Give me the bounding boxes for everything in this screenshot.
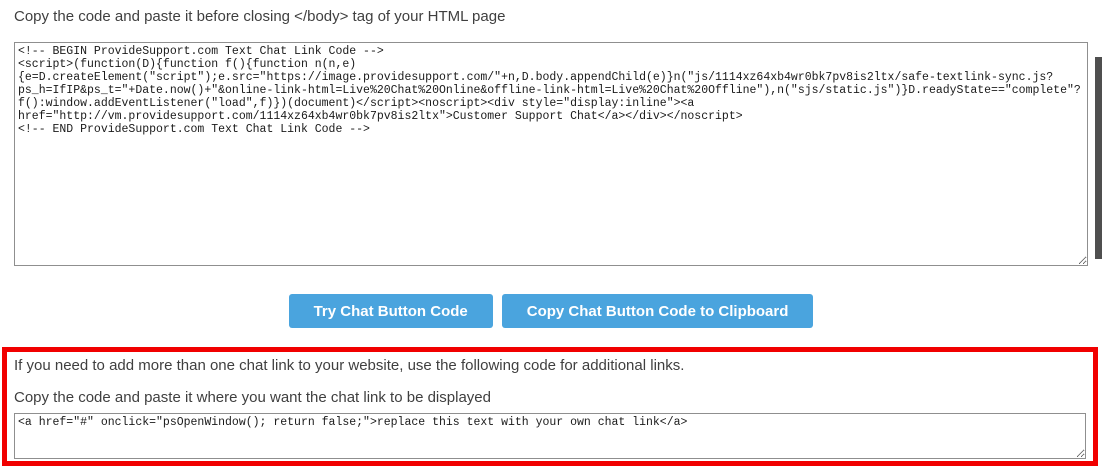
additional-links-instruction: If you need to add more than one chat li… xyxy=(14,357,684,375)
chat-link-code-textarea[interactable] xyxy=(14,42,1088,266)
page-scrollbar-thumb[interactable] xyxy=(1095,57,1102,259)
try-chat-button-code-button[interactable]: Try Chat Button Code xyxy=(289,294,493,328)
paste-location-instruction: Copy the code and paste it where you wan… xyxy=(14,389,491,407)
additional-chat-link-code-textarea[interactable] xyxy=(14,413,1086,459)
button-row: Try Chat Button Code Copy Chat Button Co… xyxy=(0,294,1102,328)
additional-links-section: If you need to add more than one chat li… xyxy=(2,347,1098,466)
main-instruction: Copy the code and paste it before closin… xyxy=(14,8,505,26)
copy-chat-button-code-to-clipboard-button[interactable]: Copy Chat Button Code to Clipboard xyxy=(502,294,814,328)
